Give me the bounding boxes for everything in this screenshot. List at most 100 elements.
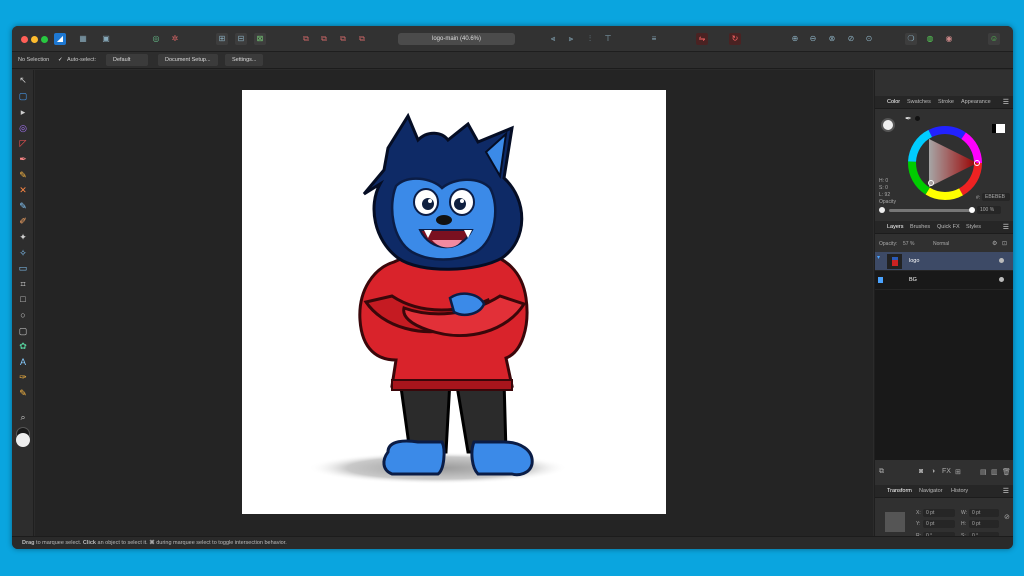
fill-swatch[interactable]: [881, 118, 895, 132]
color-wheel[interactable]: [907, 125, 983, 201]
delete-layer-icon[interactable]: 🗑: [1002, 468, 1011, 476]
anchor-selector[interactable]: [885, 512, 905, 532]
pixel-brush-tool-icon[interactable]: ✐: [17, 215, 29, 227]
close-window-button[interactable]: [21, 36, 28, 43]
tab-layers[interactable]: Layers: [887, 224, 904, 230]
boolean-subtract-icon[interactable]: ⊖: [807, 33, 819, 45]
settings-icon[interactable]: ✲: [169, 33, 181, 45]
canvas-area[interactable]: [35, 70, 873, 536]
node-tool-icon[interactable]: ▸: [17, 106, 29, 118]
ellipse-tool-icon[interactable]: ○: [17, 309, 29, 321]
expand-icon[interactable]: ▾: [877, 254, 880, 261]
transparency-tool-icon[interactable]: ✦: [17, 231, 29, 243]
rounded-rect-tool-icon[interactable]: ▢: [17, 325, 29, 337]
boolean-divide-icon[interactable]: ⊙: [863, 33, 875, 45]
place-image-tool-icon[interactable]: ▭: [17, 262, 29, 274]
align-right-icon[interactable]: ⫶: [584, 33, 596, 45]
gradient-tool-icon[interactable]: ✧: [17, 247, 29, 259]
hex-field[interactable]: EBEBEB: [982, 193, 1010, 201]
opacity-slider[interactable]: [889, 209, 971, 212]
tab-history[interactable]: History: [951, 488, 968, 494]
layer-lock-icon[interactable]: [878, 277, 883, 283]
boolean-intersect-icon[interactable]: ⊗: [826, 33, 838, 45]
align-center-icon[interactable]: ⫸: [565, 33, 577, 45]
blend-mode-dropdown[interactable]: Normal: [933, 241, 949, 247]
distribute-icon[interactable]: ≡: [648, 33, 660, 45]
snapping-icon[interactable]: ⊞: [216, 33, 228, 45]
tab-appearance[interactable]: Appearance: [961, 99, 991, 105]
align-left-icon[interactable]: ⫷: [547, 33, 559, 45]
export-persona-icon[interactable]: ▣: [100, 33, 112, 45]
arrange-forward-icon[interactable]: ⧉: [337, 33, 349, 45]
text-tool-icon[interactable]: A: [17, 356, 29, 368]
pen-tool-icon[interactable]: ✒: [17, 153, 29, 165]
y-field[interactable]: 0 pt: [923, 520, 955, 528]
vector-brush-tool-icon[interactable]: ✕: [17, 184, 29, 196]
document-setup-button[interactable]: Document Setup...: [158, 54, 218, 66]
tab-stroke[interactable]: Stroke: [938, 99, 954, 105]
designer-persona-icon[interactable]: ◢: [54, 33, 66, 45]
rotate-icon[interactable]: ↻: [729, 33, 741, 45]
contour-tool-icon[interactable]: ◎: [17, 122, 29, 134]
document-artboard[interactable]: [242, 90, 666, 514]
shape-tool-icon[interactable]: ✿: [17, 340, 29, 352]
minimize-window-button[interactable]: [31, 36, 38, 43]
tab-navigator[interactable]: Navigator: [919, 488, 943, 494]
panel-menu-icon[interactable]: ☰: [1003, 487, 1009, 495]
fx-icon[interactable]: FX: [942, 468, 951, 475]
pencil-tool-icon[interactable]: ✎: [17, 169, 29, 181]
h-field[interactable]: 0 pt: [969, 520, 999, 528]
visibility-dot[interactable]: [999, 277, 1004, 282]
auto-select-dropdown[interactable]: Default: [106, 54, 148, 66]
view-mode-icon[interactable]: ◎: [150, 33, 162, 45]
panel-menu-icon[interactable]: ☰: [1003, 98, 1009, 106]
visibility-dot[interactable]: [999, 258, 1004, 263]
rectangle-tool-icon[interactable]: □: [17, 293, 29, 305]
zoom-window-button[interactable]: [41, 36, 48, 43]
tab-swatches[interactable]: Swatches: [907, 99, 931, 105]
group-icon[interactable]: ⊞: [955, 468, 961, 476]
fill-color-well[interactable]: [16, 433, 30, 447]
artboard-tool-icon[interactable]: ▢: [17, 90, 29, 102]
auto-select-checkbox[interactable]: ✓: [58, 57, 63, 63]
account-icon[interactable]: ☺: [988, 33, 1000, 45]
layer-opacity-value[interactable]: 57 %: [903, 241, 914, 247]
layer-row-bg[interactable]: BG: [875, 271, 1013, 290]
x-field[interactable]: 0 pt: [923, 509, 955, 517]
w-field[interactable]: 0 pt: [969, 509, 999, 517]
tab-quick-fx[interactable]: Quick FX: [937, 224, 960, 230]
chat-icon[interactable]: ❍: [905, 33, 917, 45]
tab-styles[interactable]: Styles: [966, 224, 981, 230]
crop-tool-icon[interactable]: ⌗: [17, 278, 29, 290]
opacity-field[interactable]: 100 %: [977, 206, 1001, 214]
corner-tool-icon[interactable]: ◸: [17, 137, 29, 149]
lock-icon[interactable]: ⊡: [1002, 240, 1007, 247]
snap-grid-icon[interactable]: ⊠: [254, 33, 266, 45]
pixel-persona-icon[interactable]: ▦: [77, 33, 89, 45]
opacity-slider-handle[interactable]: [969, 207, 975, 213]
add-layer-icon[interactable]: ⧉: [879, 468, 884, 476]
align-top-icon[interactable]: ⊤: [602, 33, 614, 45]
layer-row-logo[interactable]: ▾ logo: [875, 252, 1013, 271]
arrange-back-icon[interactable]: ⧉: [300, 33, 312, 45]
zoom-tool-icon[interactable]: ⌕: [17, 411, 29, 423]
fill-tool-icon[interactable]: ✎: [17, 200, 29, 212]
panel-menu-icon[interactable]: ☰: [1003, 223, 1009, 231]
eyedropper-icon[interactable]: ✒: [905, 114, 912, 123]
help-icon[interactable]: ◉: [943, 33, 955, 45]
snap-options-icon[interactable]: ⊟: [235, 33, 247, 45]
move-tool-icon[interactable]: ↖: [17, 74, 29, 86]
share-icon[interactable]: ◍: [924, 33, 936, 45]
tab-color[interactable]: Color: [887, 99, 900, 105]
layer-settings-icon[interactable]: ⚙: [992, 240, 997, 247]
add-pixel-layer-icon[interactable]: ▥: [991, 468, 998, 476]
black-swatch[interactable]: [915, 116, 920, 121]
measure-tool-icon[interactable]: ✎: [17, 387, 29, 399]
adjustment-icon[interactable]: ◑: [931, 468, 935, 475]
arrange-backward-icon[interactable]: ⧉: [318, 33, 330, 45]
boolean-add-icon[interactable]: ⊕: [789, 33, 801, 45]
color-picker-tool-icon[interactable]: ✑: [17, 371, 29, 383]
link-icon[interactable]: ⊘: [1004, 513, 1010, 521]
mask-icon[interactable]: ◙: [919, 468, 923, 475]
settings-button[interactable]: Settings...: [225, 54, 264, 66]
